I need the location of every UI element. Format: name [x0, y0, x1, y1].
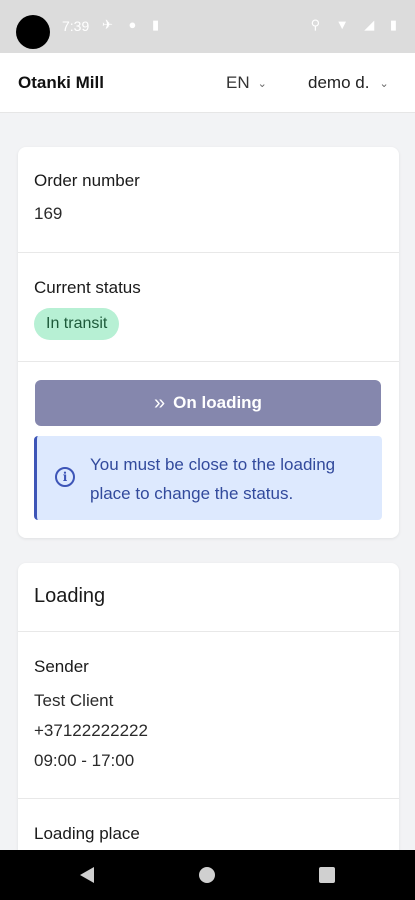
system-navigation-bar [0, 850, 415, 900]
clock: 7:39 [62, 18, 90, 34]
user-name: demo d. [308, 73, 370, 92]
divider [18, 798, 399, 799]
loading-place-label: Loading place [34, 824, 140, 843]
sender-name: Test Client [34, 691, 114, 710]
language-selector[interactable]: EN ⌄ [226, 73, 267, 93]
system-icons: ⚲ ▼ ◢ ▮ [310, 17, 403, 32]
order-number-label: Order number [34, 171, 140, 190]
info-message: You must be close to the loading place t… [90, 455, 336, 503]
divider [18, 252, 399, 253]
order-card: Order number 169 Current status In trans… [18, 147, 399, 538]
status-badge: In transit [34, 308, 120, 340]
loading-section-title: Loading [34, 585, 106, 607]
divider [18, 631, 399, 632]
notification-icons: ✈ ● ▮ [102, 17, 166, 32]
app-title: Otanki Mill [18, 73, 104, 92]
app-header: Otanki Mill EN ⌄ demo d. ⌄ [0, 53, 415, 113]
loading-card: Loading Sender Test Client +37122222222 … [18, 563, 399, 883]
chevron-down-icon: ⌄ [257, 77, 267, 90]
camera-cutout [16, 15, 50, 49]
language-label: EN [226, 73, 250, 92]
double-chevron-right-icon: » [154, 391, 166, 414]
sender-label: Sender [34, 657, 89, 676]
recent-apps-icon[interactable] [319, 867, 335, 883]
back-icon[interactable] [80, 867, 94, 883]
chevron-down-icon: ⌄ [379, 77, 389, 90]
on-loading-button[interactable]: » On loading [35, 380, 381, 426]
home-icon[interactable] [199, 867, 215, 883]
on-loading-label: On loading [173, 393, 262, 412]
user-menu[interactable]: demo d. ⌄ [308, 73, 389, 93]
info-icon: i [55, 467, 75, 487]
sender-phone[interactable]: +37122222222 [34, 721, 148, 741]
system-status-bar: 7:39 ✈ ● ▮ ⚲ ▼ ◢ ▮ [0, 0, 415, 53]
divider [18, 361, 399, 362]
order-number-value: 169 [34, 204, 63, 223]
current-status-label: Current status [34, 278, 141, 297]
sender-hours: 09:00 - 17:00 [34, 751, 135, 770]
info-alert: i You must be close to the loading place… [34, 436, 382, 520]
